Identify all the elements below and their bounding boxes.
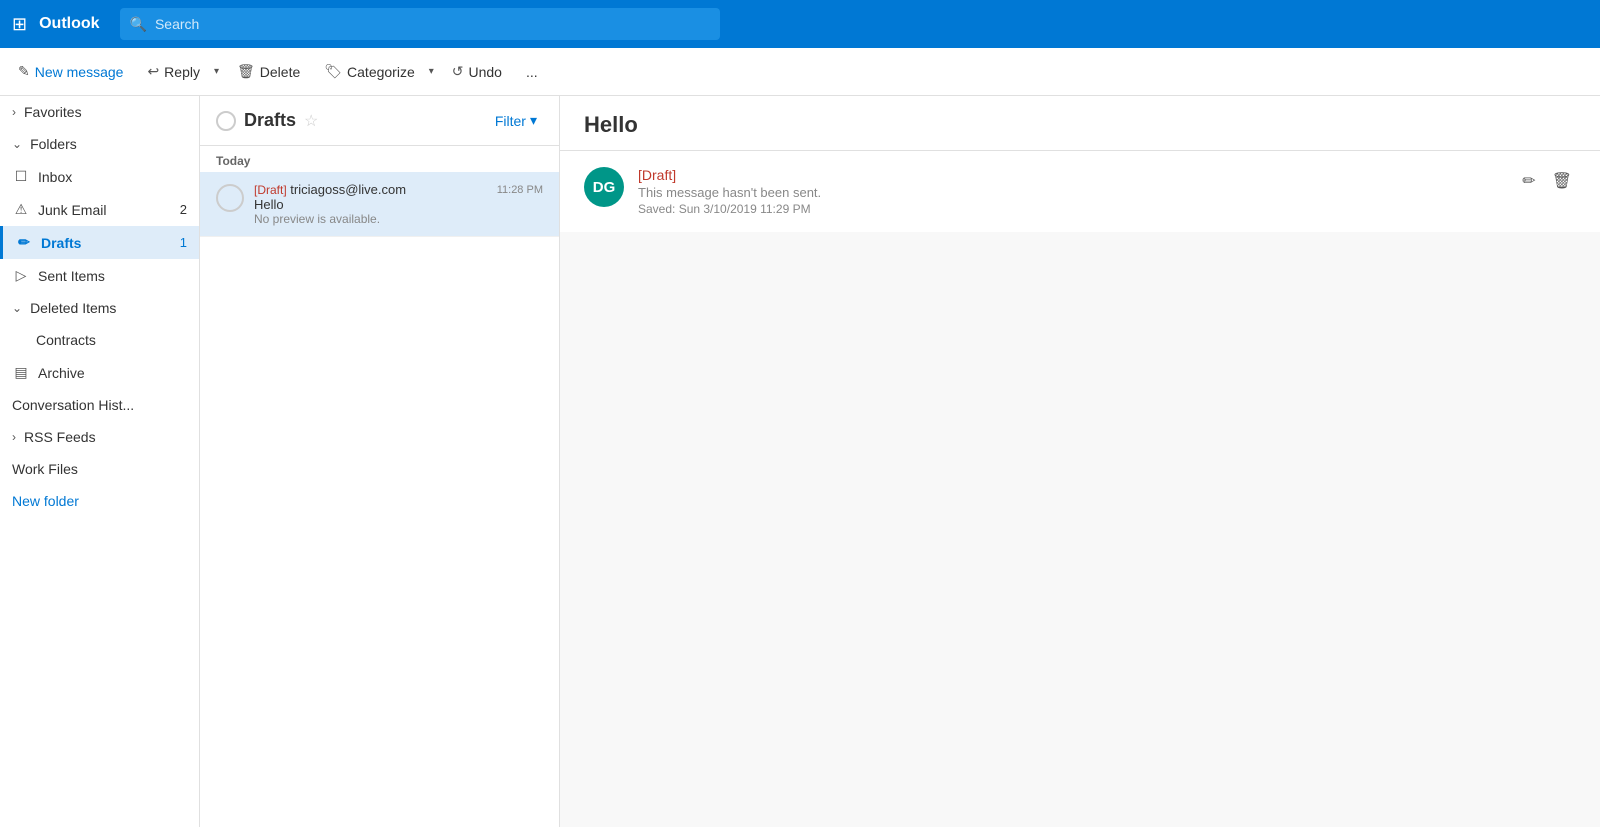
chevron-down-icon: ⌄ — [12, 137, 22, 151]
main-layout: › Favorites ⌄ Folders ☐ Inbox ⚠ Junk Ema… — [0, 96, 1600, 827]
draft-label: [Draft] — [638, 167, 1504, 183]
sidebar-item-junk[interactable]: ⚠ Junk Email 2 — [0, 193, 199, 226]
compose-icon: ✎ — [18, 63, 30, 80]
email-avatar — [216, 184, 244, 212]
sidebar-item-new-folder[interactable]: New folder — [0, 485, 199, 517]
app-logo: Outlook — [39, 15, 99, 33]
email-subject-header: Hello — [560, 96, 1600, 151]
email-preview: No preview is available. — [254, 212, 487, 226]
delete-icon: 🗑 — [237, 63, 255, 80]
undo-icon: ↺ — [452, 63, 464, 80]
junk-badge: 2 — [180, 202, 187, 217]
sidebar-item-inbox[interactable]: ☐ Inbox — [0, 160, 199, 193]
email-content: [Draft] triciagoss@live.com Hello No pre… — [254, 182, 487, 226]
more-button[interactable]: ... — [516, 58, 548, 86]
drafts-icon: ✏ — [15, 234, 33, 251]
email-list: Drafts ☆ Filter ▾ Today [Draft] triciago… — [200, 96, 560, 827]
sidebar-item-rss[interactable]: › RSS Feeds — [0, 421, 199, 453]
email-detail-header: DG [Draft] This message hasn't been sent… — [560, 151, 1600, 232]
delete-button[interactable]: 🗑 Delete — [227, 57, 310, 86]
select-all-checkbox[interactable] — [216, 111, 236, 131]
sent-icon: ▷ — [12, 267, 30, 284]
archive-icon: ▤ — [12, 364, 30, 381]
new-message-button[interactable]: ✎ New message — [8, 57, 133, 86]
avatar: DG — [584, 167, 624, 207]
search-box[interactable]: 🔍 — [120, 8, 720, 40]
reply-split: ↩ Reply ▾ — [137, 57, 223, 86]
sidebar-item-sent[interactable]: ▷ Sent Items — [0, 259, 199, 292]
reply-icon: ↩ — [147, 63, 159, 80]
deleted-items-section[interactable]: ⌄ Deleted Items — [0, 292, 199, 324]
filter-button[interactable]: Filter ▾ — [489, 108, 543, 133]
categorize-button[interactable]: 🏷 Categorize — [314, 57, 424, 86]
reading-pane: Hello DG [Draft] This message hasn't bee… — [560, 96, 1600, 827]
trash-button[interactable]: 🗑 — [1548, 167, 1576, 195]
chevron-down-icon2: ⌄ — [12, 301, 22, 315]
chevron-right-icon2: › — [12, 430, 16, 444]
junk-icon: ⚠ — [12, 201, 30, 218]
date-group: Today — [200, 146, 559, 172]
categorize-dropdown-button[interactable]: ▾ — [425, 60, 438, 83]
topbar: ⊞ Outlook 🔍 — [0, 0, 1600, 48]
sidebar-item-work-files[interactable]: Work Files — [0, 453, 199, 485]
reading-meta: [Draft] This message hasn't been sent. S… — [638, 167, 1504, 216]
reply-dropdown-button[interactable]: ▾ — [210, 60, 223, 83]
sidebar: › Favorites ⌄ Folders ☐ Inbox ⚠ Junk Ema… — [0, 96, 200, 827]
tag-icon: 🏷 — [324, 63, 342, 80]
undo-button[interactable]: ↺ Undo — [442, 57, 512, 86]
filter-chevron-icon: ▾ — [530, 112, 537, 129]
chevron-right-icon: › — [12, 105, 16, 119]
not-sent-text: This message hasn't been sent. — [638, 185, 1504, 200]
reading-actions: ✏ 🗑 — [1518, 167, 1576, 195]
favorites-section[interactable]: › Favorites — [0, 96, 199, 128]
email-sender: [Draft] triciagoss@live.com — [254, 182, 487, 197]
search-input[interactable] — [155, 16, 710, 32]
email-item[interactable]: [Draft] triciagoss@live.com Hello No pre… — [200, 172, 559, 237]
grid-icon[interactable]: ⊞ — [12, 14, 27, 35]
folders-section[interactable]: ⌄ Folders — [0, 128, 199, 160]
email-subject: Hello — [254, 197, 487, 212]
inbox-icon: ☐ — [12, 168, 30, 185]
categorize-split: 🏷 Categorize ▾ — [314, 57, 438, 86]
toolbar: ✎ New message ↩ Reply ▾ 🗑 Delete 🏷 Categ… — [0, 48, 1600, 96]
drafts-badge: 1 — [180, 235, 187, 250]
sidebar-item-conv-history[interactable]: Conversation Hist... — [0, 389, 199, 421]
email-list-header: Drafts ☆ Filter ▾ — [200, 96, 559, 146]
sidebar-item-archive[interactable]: ▤ Archive — [0, 356, 199, 389]
folder-title: Drafts — [244, 110, 296, 131]
email-time: 11:28 PM — [497, 184, 543, 196]
search-icon: 🔍 — [130, 16, 147, 33]
sidebar-item-drafts[interactable]: ✏ Drafts 1 — [0, 226, 199, 259]
saved-text: Saved: Sun 3/10/2019 11:29 PM — [638, 202, 1504, 216]
edit-button[interactable]: ✏ — [1518, 167, 1539, 195]
sidebar-item-contracts[interactable]: Contracts — [0, 324, 199, 356]
star-icon[interactable]: ☆ — [304, 111, 318, 131]
reply-button[interactable]: ↩ Reply — [137, 57, 210, 86]
